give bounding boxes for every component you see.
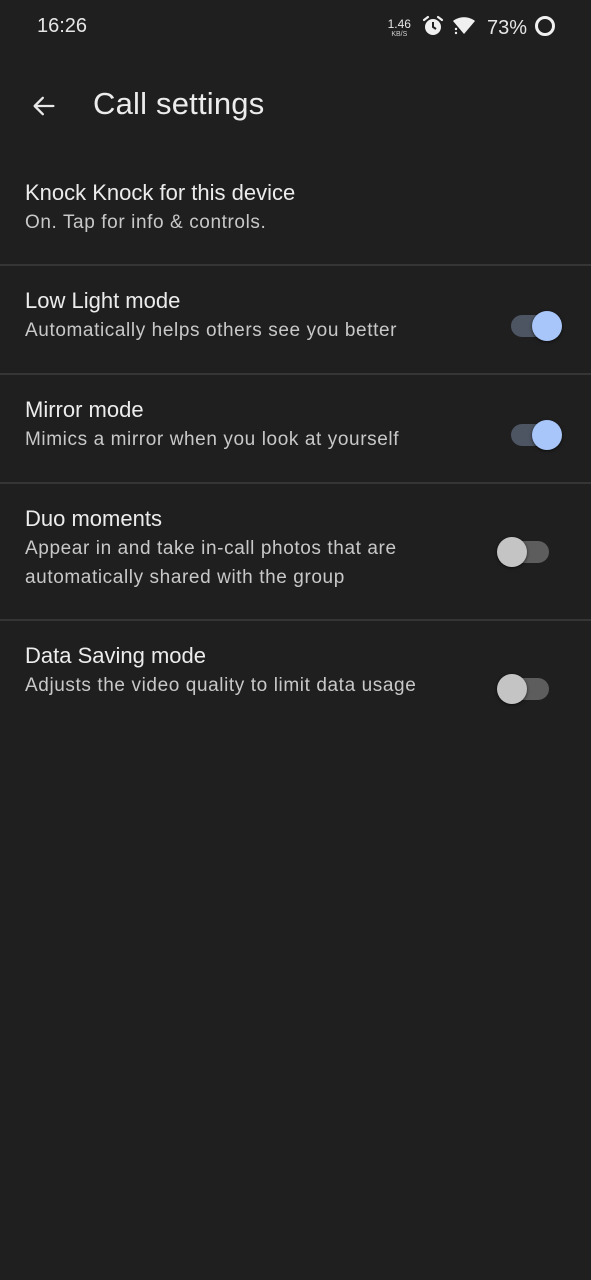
- low-light-mode-toggle[interactable]: [509, 311, 562, 341]
- network-speed-unit: KB/S: [391, 31, 408, 38]
- duo-moments-toggle[interactable]: [497, 537, 551, 567]
- setting-mirror-mode[interactable]: Mirror mode Mimics a mirror when you loo…: [0, 375, 591, 482]
- battery-percent: 73%: [486, 16, 527, 39]
- settings-list: Knock Knock for this device On. Tap for …: [0, 158, 591, 746]
- setting-data-saving-mode[interactable]: Data Saving mode Adjusts the video quali…: [0, 621, 591, 746]
- back-button[interactable]: [24, 86, 64, 126]
- setting-low-light-mode[interactable]: Low Light mode Automatically helps other…: [0, 266, 591, 373]
- setting-title: Duo moments: [25, 506, 162, 531]
- status-bar: 16:26 1.46 KB/S 73%: [0, 0, 591, 56]
- setting-subtitle: Adjusts the video quality to limit data …: [25, 675, 417, 696]
- page-title: Call settings: [93, 86, 265, 121]
- setting-subtitle: Automatically helps others see you bette…: [25, 320, 398, 341]
- status-time: 16:26: [37, 15, 88, 37]
- network-speed-value: 1.46: [387, 17, 411, 31]
- toggle-thumb: [497, 674, 527, 704]
- setting-knock-knock[interactable]: Knock Knock for this device On. Tap for …: [0, 158, 591, 264]
- network-speed: 1.46 KB/S: [388, 18, 411, 38]
- battery-icon: [533, 14, 557, 43]
- mirror-mode-toggle[interactable]: [509, 420, 562, 450]
- setting-title: Knock Knock for this device: [25, 180, 296, 205]
- data-saving-mode-toggle[interactable]: [497, 674, 551, 704]
- setting-subtitle: Mimics a mirror when you look at yoursel…: [25, 429, 400, 450]
- toggle-thumb: [497, 537, 527, 567]
- setting-title: Mirror mode: [25, 397, 144, 422]
- setting-subtitle: On. Tap for info & controls.: [25, 212, 267, 233]
- app-bar: Call settings: [0, 72, 591, 140]
- arrow-back-icon: [33, 96, 55, 116]
- toggle-thumb: [532, 311, 562, 341]
- setting-subtitle: Appear in and take in-call photos that a…: [25, 538, 397, 588]
- setting-title: Data Saving mode: [25, 643, 206, 668]
- wifi-icon: [451, 14, 477, 43]
- setting-duo-moments[interactable]: Duo moments Appear in and take in-call p…: [0, 484, 591, 619]
- setting-title: Low Light mode: [25, 288, 181, 313]
- toggle-thumb: [532, 420, 562, 450]
- status-icons: 1.46 KB/S 73%: [388, 13, 557, 43]
- alarm-icon: [421, 14, 445, 43]
